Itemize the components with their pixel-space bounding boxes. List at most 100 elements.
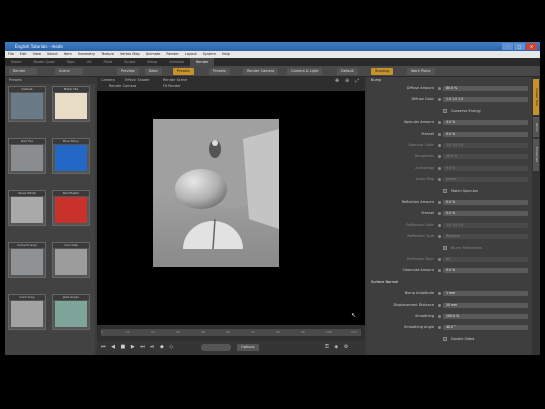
zoom-icon[interactable]: ⊕ — [345, 78, 349, 84]
viewport-render-camera[interactable]: Render Camera — [109, 84, 136, 88]
keyframe-dot-icon[interactable] — [438, 269, 441, 273]
preset-thumbnail[interactable]: Cork Gray — [8, 294, 46, 330]
viewport-fit-render[interactable]: Fit Render — [163, 84, 181, 88]
default-dropdown[interactable]: Default — [337, 68, 358, 75]
preset-thumbnail[interactable]: Red Plastic — [52, 190, 90, 226]
keyframe-dot-icon[interactable] — [438, 223, 441, 227]
property-checkbox[interactable] — [443, 108, 447, 113]
property-field[interactable]: 1.0 1.0 1.0 — [443, 222, 528, 228]
preset-thumbnail[interactable]: Dull Tile — [8, 138, 46, 174]
keyframe-dot-icon[interactable] — [438, 166, 441, 170]
property-field[interactable]: 0.0 % — [443, 200, 528, 205]
preset-thumbnail[interactable]: Gloss White — [8, 190, 46, 226]
close-button[interactable]: ✕ — [526, 43, 537, 50]
menu-item-geometry[interactable]: Geometry — [75, 51, 98, 58]
render-tab-button[interactable]: Render — [9, 68, 37, 75]
property-field[interactable]: 0.0 % — [443, 131, 528, 137]
property-field[interactable]: 100.0 % — [443, 314, 528, 319]
keyframe-dot-icon[interactable] — [438, 144, 441, 147]
keyframe-dot-icon[interactable] — [438, 87, 441, 90]
property-checkbox[interactable] — [443, 336, 447, 341]
menu-item-texture[interactable]: Texture — [98, 51, 117, 58]
tab-render[interactable]: Render — [189, 58, 215, 66]
tab-uv[interactable]: UV — [81, 58, 98, 66]
preview-button[interactable]: Preview — [117, 68, 139, 75]
property-field[interactable]: 1.0 1.0 1.0 — [443, 97, 528, 103]
preset-thumbnail[interactable]: Default — [8, 86, 46, 122]
work-plane-button[interactable]: Work Plane — [407, 68, 435, 75]
menu-item-system[interactable]: System — [200, 51, 219, 58]
viewport-scene-label[interactable]: Render Scene — [163, 78, 187, 82]
property-field[interactable]: 0.0 % — [443, 268, 528, 274]
tab-model[interactable]: Model — [5, 58, 28, 66]
keyframe-dot-icon[interactable] — [438, 121, 441, 125]
property-field[interactable]: Raytrace — [443, 234, 528, 240]
keyframe-dot-icon[interactable] — [438, 132, 441, 136]
tab-model-quad[interactable]: Model Quad — [28, 58, 61, 66]
menu-item-select[interactable]: Select — [44, 51, 61, 58]
keyframe-dot-icon[interactable] — [438, 155, 441, 159]
keyframe-dot-icon[interactable] — [438, 235, 441, 239]
menu-item-layout[interactable]: Layout — [182, 51, 200, 58]
key-buttons[interactable]: ⚿ ◈ ⚙ — [325, 344, 350, 350]
keyframe-dot-icon[interactable] — [438, 201, 441, 204]
keyframe-dot-icon[interactable] — [438, 292, 441, 296]
property-field[interactable]: 0.0 % — [443, 165, 528, 171]
playback-slider[interactable] — [201, 344, 231, 351]
preset-thumbnail[interactable]: Jade Green — [52, 294, 90, 330]
presets-2-button[interactable]: Presets — [209, 68, 230, 75]
scene-tab-button[interactable]: Scene — [55, 68, 83, 75]
tab-shader-tree[interactable]: Shader Tree — [533, 79, 539, 115]
property-field[interactable]: 40.0 % — [443, 154, 528, 160]
tab-items[interactable]: Items — [533, 117, 539, 137]
menu-item-edit[interactable]: Edit — [17, 51, 30, 58]
keyframe-dot-icon[interactable] — [438, 258, 441, 261]
tab-animate[interactable]: Animate — [163, 58, 190, 66]
menu-item-view[interactable]: View — [30, 51, 44, 58]
render-camera-dropdown[interactable]: Render Camera — [243, 68, 279, 75]
render-viewport[interactable]: Camera Effect: Shader Render Scene Rende… — [97, 77, 365, 325]
menu-item-help[interactable]: Help — [219, 51, 233, 58]
maximize-viewport-icon[interactable]: ⤢ — [355, 78, 359, 84]
maximize-button[interactable]: □ — [514, 43, 525, 50]
menu-item-file[interactable]: File — [5, 51, 17, 58]
preset-thumbnail[interactable]: Concrete — [52, 242, 90, 278]
property-field[interactable]: 80.0 % — [443, 86, 528, 91]
tab-paint[interactable]: Paint — [98, 58, 119, 66]
move-icon[interactable]: ✥ — [335, 78, 339, 84]
options-button[interactable]: Options — [237, 344, 259, 351]
property-checkbox[interactable] — [443, 245, 447, 250]
keyframe-dot-icon[interactable] — [438, 212, 441, 216]
property-field[interactable]: 0.0 % — [443, 211, 528, 217]
playback-buttons[interactable]: ⏮ ◀ ■ ▶ ⏭ ⏯ ◆ ◇ — [101, 344, 175, 350]
menu-item-item[interactable]: Item — [61, 51, 75, 58]
preset-thumbnail[interactable]: Blue Shiny — [52, 138, 90, 174]
property-field[interactable]: 64 — [443, 257, 528, 262]
tab-sculpt[interactable]: Sculpt — [118, 58, 141, 66]
property-field[interactable]: 4.0 % — [443, 120, 528, 126]
keyframe-dot-icon[interactable] — [438, 326, 441, 330]
property-field[interactable]: 40.0 ° — [443, 325, 528, 331]
minimize-button[interactable]: – — [502, 43, 513, 50]
property-field[interactable]: (none) — [443, 177, 528, 183]
keyframe-dot-icon[interactable] — [438, 303, 441, 307]
keyframe-dot-icon[interactable] — [438, 98, 441, 102]
preset-thumbnail[interactable]: Metal Tile — [52, 86, 90, 122]
shading-button[interactable]: Shading — [371, 68, 394, 75]
property-field[interactable]: 1.0 1.0 1.0 — [443, 143, 528, 148]
tab-properties[interactable]: Properties — [533, 139, 539, 171]
tab-setup[interactable]: Setup — [141, 58, 163, 66]
presets-button[interactable]: Presets — [173, 68, 194, 75]
menu-item-animate[interactable]: Animate — [143, 51, 164, 58]
viewport-camera-label[interactable]: Camera — [101, 78, 115, 82]
timeline[interactable]: 0 12 24 36 48 60 72 84 96 108 120 — [97, 325, 365, 341]
keyframe-dot-icon[interactable] — [438, 315, 441, 318]
keyframe-dot-icon[interactable] — [438, 178, 441, 182]
menu-item-vertex-map[interactable]: Vertex Map — [117, 51, 143, 58]
property-field[interactable]: 20 mm — [443, 302, 528, 308]
property-checkbox[interactable] — [443, 188, 447, 193]
menu-item-render[interactable]: Render — [163, 51, 181, 58]
bake-button[interactable]: Bake — [145, 68, 162, 75]
property-field[interactable]: 1 mm — [443, 291, 528, 297]
viewport-effect-label[interactable]: Effect: Shader — [125, 78, 150, 82]
